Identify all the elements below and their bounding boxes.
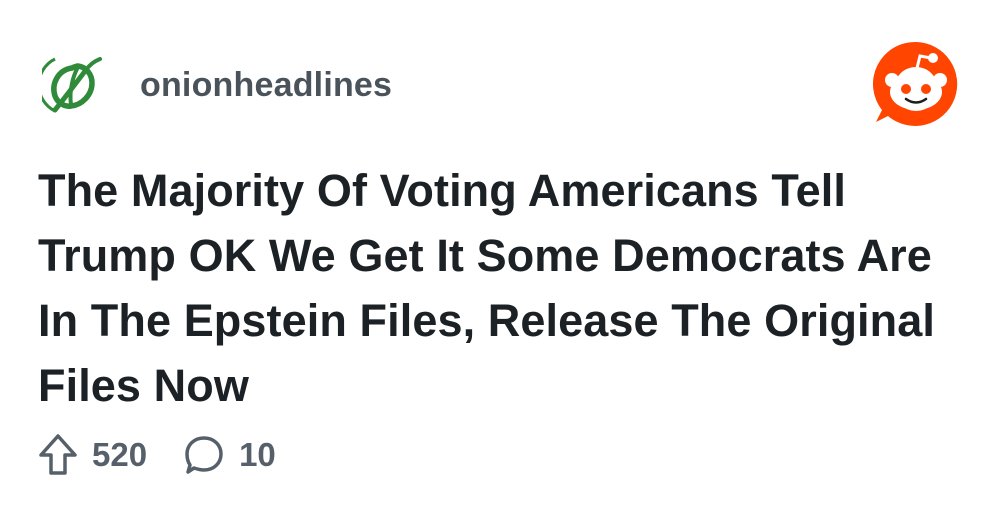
post-card: onionheadlines The Majority Of Voting Am… bbox=[0, 0, 1000, 521]
comment-bubble-icon bbox=[183, 434, 225, 476]
community-name[interactable]: onionheadlines bbox=[140, 66, 392, 105]
upvote-count: 520 bbox=[92, 436, 148, 473]
upvote-arrow-icon bbox=[38, 433, 78, 477]
community-avatar[interactable] bbox=[38, 50, 108, 120]
post-title[interactable]: The Majority Of Voting Americans Tell Tr… bbox=[38, 158, 958, 418]
reddit-logo-icon[interactable] bbox=[870, 38, 962, 130]
post-header: onionheadlines bbox=[38, 50, 392, 120]
comments-button[interactable]: 10 bbox=[183, 434, 276, 476]
upvote-button[interactable]: 520 bbox=[38, 433, 147, 477]
onion-logo-icon bbox=[42, 57, 102, 113]
post-actions: 520 10 bbox=[38, 432, 276, 478]
comment-count: 10 bbox=[239, 436, 276, 473]
